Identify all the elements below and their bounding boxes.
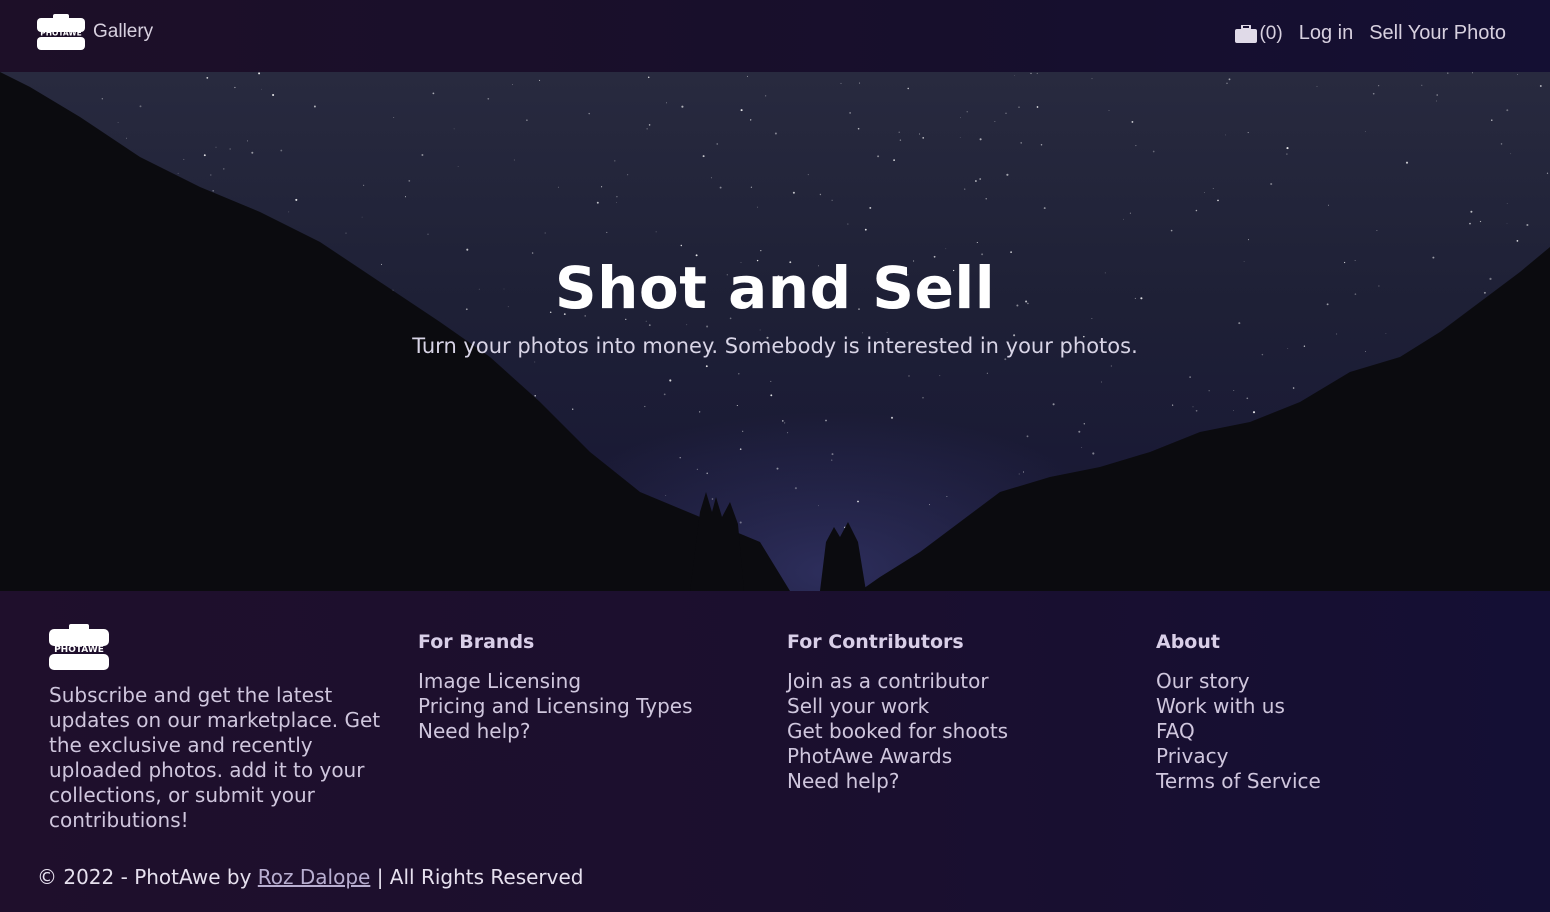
cart-count: (0) [1259,22,1283,44]
top-navbar: PHOTAWE Gallery (0) Log in Sell Your Pho… [0,0,1550,72]
footer-link-sell-work[interactable]: Sell your work [787,694,929,718]
footer-link-work-with-us[interactable]: Work with us [1156,694,1285,718]
hero-title: Shot and Sell [554,254,996,322]
footer-link-image-licensing[interactable]: Image Licensing [418,669,581,693]
brand-home-link[interactable]: PHOTAWE Gallery [37,13,153,51]
nav-right-group: (0) Log in Sell Your Photo [1235,22,1506,45]
subscribe-text: Subscribe and get the latest updates on … [49,683,381,832]
footer-link-booked[interactable]: Get booked for shoots [787,719,1008,743]
night-sky-background [0,72,1550,591]
footer-photawe-logo-icon: PHOTAWE [49,623,109,671]
footer-heading-about: About [1156,631,1220,653]
briefcase-icon [1235,23,1258,43]
svg-text:PHOTAWE: PHOTAWE [54,645,104,655]
footer-column-brands: For Brands Image Licensing Pricing and L… [418,631,693,744]
login-link[interactable]: Log in [1299,22,1354,45]
footer-heading-brands: For Brands [418,631,535,653]
footer-link-our-story[interactable]: Our story [1156,669,1250,693]
footer-link-contributors-help[interactable]: Need help? [787,769,899,793]
footer-link-awards[interactable]: PhotAwe Awards [787,744,952,768]
cart-link[interactable]: (0) [1235,22,1283,45]
footer-column-contributors: For Contributors Join as a contributor S… [787,631,1008,794]
footer-link-privacy[interactable]: Privacy [1156,744,1228,768]
copyright-line: © 2022 - PhotAwe by Roz Dalope | All Rig… [37,865,583,889]
gallery-link[interactable]: Gallery [93,21,153,43]
footer-link-pricing[interactable]: Pricing and Licensing Types [418,694,693,718]
hero-subtitle: Turn your photos into money. Somebody is… [412,334,1138,358]
footer-column-about: About Our story Work with us FAQ Privacy… [1156,631,1321,794]
footer-link-join[interactable]: Join as a contributor [787,669,989,693]
site-footer: PHOTAWE Subscribe and get the latest upd… [0,591,1550,912]
photawe-logo-icon: PHOTAWE [37,13,85,51]
copyright-prefix: © 2022 - PhotAwe by [37,865,252,889]
footer-link-brands-help[interactable]: Need help? [418,719,530,743]
copyright-suffix: | All Rights Reserved [376,865,584,889]
svg-text:PHOTAWE: PHOTAWE [40,29,82,38]
footer-link-faq[interactable]: FAQ [1156,719,1195,743]
sell-photo-link[interactable]: Sell Your Photo [1369,22,1506,45]
footer-heading-contributors: For Contributors [787,631,964,653]
footer-subscribe-column: PHOTAWE Subscribe and get the latest upd… [49,623,394,833]
hero-banner: Shot and Sell Turn your photos into mone… [0,72,1550,591]
author-link[interactable]: Roz Dalope [258,865,371,889]
footer-link-terms[interactable]: Terms of Service [1156,769,1321,793]
